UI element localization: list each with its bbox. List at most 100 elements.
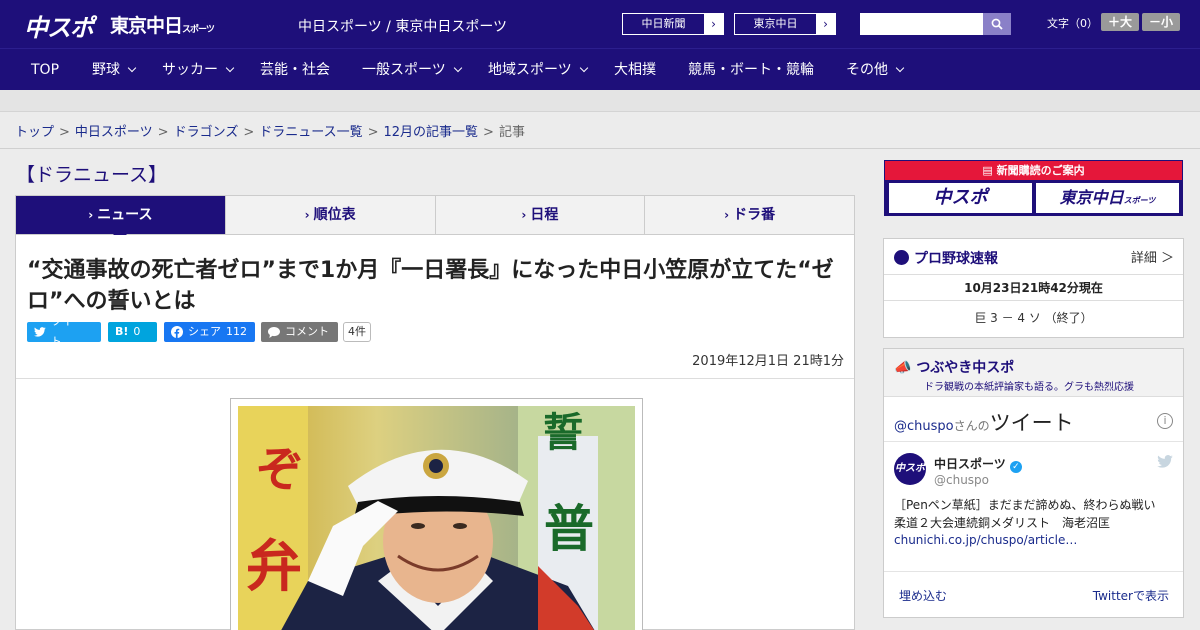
- article-date: 2019年12月1日 21時1分: [692, 354, 844, 369]
- chevron-down-icon: [225, 63, 235, 73]
- font-larger-button[interactable]: ＋大: [1101, 13, 1139, 31]
- nav-label: 芸能・社会: [260, 62, 330, 78]
- tab-standings[interactable]: › 順位表: [224, 196, 435, 234]
- timeline-handle[interactable]: @chuspo: [894, 419, 954, 434]
- promo-header-label: 新聞購読のご案内: [996, 164, 1085, 177]
- nav-item-top[interactable]: TOP: [31, 49, 59, 91]
- promo-tokyo-label: 東京中日: [1059, 188, 1124, 207]
- search-icon: [991, 18, 1003, 30]
- baseball-icon: [894, 250, 909, 265]
- tab-news[interactable]: › ニュース: [16, 196, 225, 241]
- tweets-title-label: つぶやき中スポ: [916, 360, 1015, 376]
- account-name[interactable]: 中日スポーツ ✓: [934, 455, 1022, 473]
- comment-label: コメント: [285, 325, 329, 338]
- account-name-label: 中日スポーツ: [934, 457, 1006, 471]
- baseball-detail-link[interactable]: 詳細 ＞: [1131, 247, 1174, 266]
- tweet-label: ツイート: [50, 315, 84, 348]
- svg-text:普: 普: [544, 500, 594, 558]
- chevron-right-icon: ›: [304, 208, 310, 222]
- photo-image: ぞ 弁 誓 普: [238, 406, 635, 630]
- timeline-heading: @chuspoさんのツイート: [894, 407, 1074, 437]
- article-photo[interactable]: ぞ 弁 誓 普: [230, 398, 643, 630]
- nav-item-entertainment[interactable]: 芸能・社会: [260, 49, 330, 91]
- site-title[interactable]: 中日スポーツ / 東京中日スポーツ: [298, 16, 507, 36]
- facebook-icon: [171, 326, 183, 338]
- breadcrumb-chunichi-sports[interactable]: 中日スポーツ: [75, 125, 153, 140]
- twitter-bird-icon[interactable]: [1157, 455, 1173, 468]
- nav-item-baseball[interactable]: 野球: [92, 49, 137, 91]
- twitter-card-header: 📣 つぶやき中スポ ドラ観戦の本紙評論家も語る。グラも熱烈応援: [884, 349, 1183, 397]
- view-on-twitter-link[interactable]: Twitterで表示: [1093, 587, 1169, 604]
- breadcrumb-separator: >: [59, 125, 70, 140]
- embed-link[interactable]: 埋め込む: [899, 587, 947, 604]
- font-smaller-button[interactable]: －小: [1142, 13, 1180, 31]
- promo-header: ▤ 新聞購読のご案内: [885, 161, 1182, 180]
- breadcrumb-december-list[interactable]: 12月の記事一覧: [384, 125, 479, 140]
- top-header: 中スポ 東京中日スポーツ 中日スポーツ / 東京中日スポーツ 中日新聞 › 東京…: [0, 0, 1200, 48]
- tweet-link[interactable]: chunichi.co.jp/chuspo/article…: [894, 533, 1077, 547]
- facebook-share-button[interactable]: シェア 112: [164, 322, 255, 342]
- search-button[interactable]: [983, 13, 1011, 35]
- nav-label: サッカー: [162, 62, 218, 78]
- nav-label: 地域スポーツ: [488, 62, 572, 78]
- tokyo-logo-main: 東京中日: [110, 15, 183, 37]
- ad-strip: [0, 90, 1200, 112]
- breadcrumb-dra-news-list[interactable]: ドラニュース一覧: [259, 125, 362, 140]
- svg-text:誓: 誓: [543, 410, 583, 456]
- tokyo-logo-sub: スポーツ: [182, 25, 215, 35]
- tokyo-shimbun-label: 東京中日: [735, 14, 816, 34]
- facebook-share-count: 112: [226, 325, 247, 338]
- promo-tokyo-chunichi-link[interactable]: 東京中日スポーツ: [1036, 183, 1179, 213]
- account-handle[interactable]: @chuspo: [934, 473, 989, 487]
- megaphone-icon: 📣: [894, 360, 912, 376]
- breadcrumb-dragons[interactable]: ドラゴンズ: [174, 125, 239, 140]
- breadcrumb-separator: >: [157, 125, 169, 140]
- hatena-bookmark-button[interactable]: B! 0: [108, 322, 157, 342]
- chunichi-shimbun-link[interactable]: 中日新聞 ›: [622, 13, 724, 35]
- comment-count[interactable]: 4件: [343, 322, 371, 342]
- chevron-down-icon: [127, 63, 137, 73]
- comment-button[interactable]: コメント: [261, 322, 338, 342]
- nav-label: 一般スポーツ: [362, 62, 446, 78]
- breadcrumb-separator: >: [367, 125, 379, 140]
- nav-item-general-sports[interactable]: 一般スポーツ: [362, 49, 462, 91]
- avatar[interactable]: 中スポ: [894, 453, 926, 485]
- main-nav: TOP 野球 サッカー 芸能・社会 一般スポーツ 地域スポーツ 大相撲 競馬・ボ…: [0, 48, 1200, 90]
- chevron-down-icon: [895, 63, 905, 73]
- nav-item-other[interactable]: その他: [846, 49, 905, 91]
- timeline-tweets-word: ツイート: [989, 411, 1074, 435]
- tokyo-chunichi-logo[interactable]: 東京中日スポーツ: [110, 11, 215, 38]
- subscription-promo[interactable]: ▤ 新聞購読のご案内 中スポ 東京中日スポーツ: [884, 160, 1183, 216]
- nav-item-racing[interactable]: 競馬・ボート・競輪: [688, 49, 814, 91]
- nav-item-soccer[interactable]: サッカー: [162, 49, 235, 91]
- game-score-line[interactable]: 巨 3 － 4 ソ （終了）: [884, 309, 1183, 326]
- chevron-right-icon: ›: [88, 208, 94, 222]
- chunichi-shimbun-label: 中日新聞: [623, 14, 704, 34]
- nav-item-regional-sports[interactable]: 地域スポーツ: [488, 49, 588, 91]
- tweet-button[interactable]: ツイート: [27, 315, 101, 348]
- search-input[interactable]: [860, 13, 983, 35]
- chevron-right-icon: ›: [724, 208, 730, 222]
- breadcrumb-separator: >: [483, 125, 494, 140]
- svg-text:弁: 弁: [246, 535, 302, 600]
- divider: [884, 274, 1183, 275]
- breadcrumb-top[interactable]: トップ: [15, 125, 54, 140]
- verified-badge-icon: ✓: [1009, 461, 1022, 473]
- tweets-title: 📣 つぶやき中スポ: [894, 357, 1014, 377]
- tweet-text: ［Penペン草紙］まだまだ諦めぬ、終わらぬ戦い 柔道２大会連続銅メダリスト 海老…: [894, 498, 1168, 530]
- chevron-right-icon: ›: [521, 208, 527, 222]
- chevron-down-icon: [579, 63, 588, 73]
- tokyo-shimbun-link[interactable]: 東京中日 ›: [734, 13, 836, 35]
- info-icon[interactable]: i: [1157, 413, 1173, 429]
- timeline-handle-suffix: さんの: [953, 419, 990, 433]
- chuspo-logo[interactable]: 中スポ: [24, 8, 94, 43]
- promo-chuspo-link[interactable]: 中スポ: [889, 183, 1032, 213]
- divider: [884, 441, 1183, 442]
- tab-dora-ban[interactable]: › ドラ番: [644, 196, 854, 234]
- hatena-bookmark-icon: B!: [115, 325, 129, 338]
- nav-item-sumo[interactable]: 大相撲: [614, 49, 656, 91]
- tab-schedule[interactable]: › 日程: [434, 196, 645, 234]
- tab-label: ニュース: [97, 207, 153, 223]
- nav-label: 大相撲: [614, 62, 656, 78]
- chevron-right-icon: ›: [816, 14, 835, 34]
